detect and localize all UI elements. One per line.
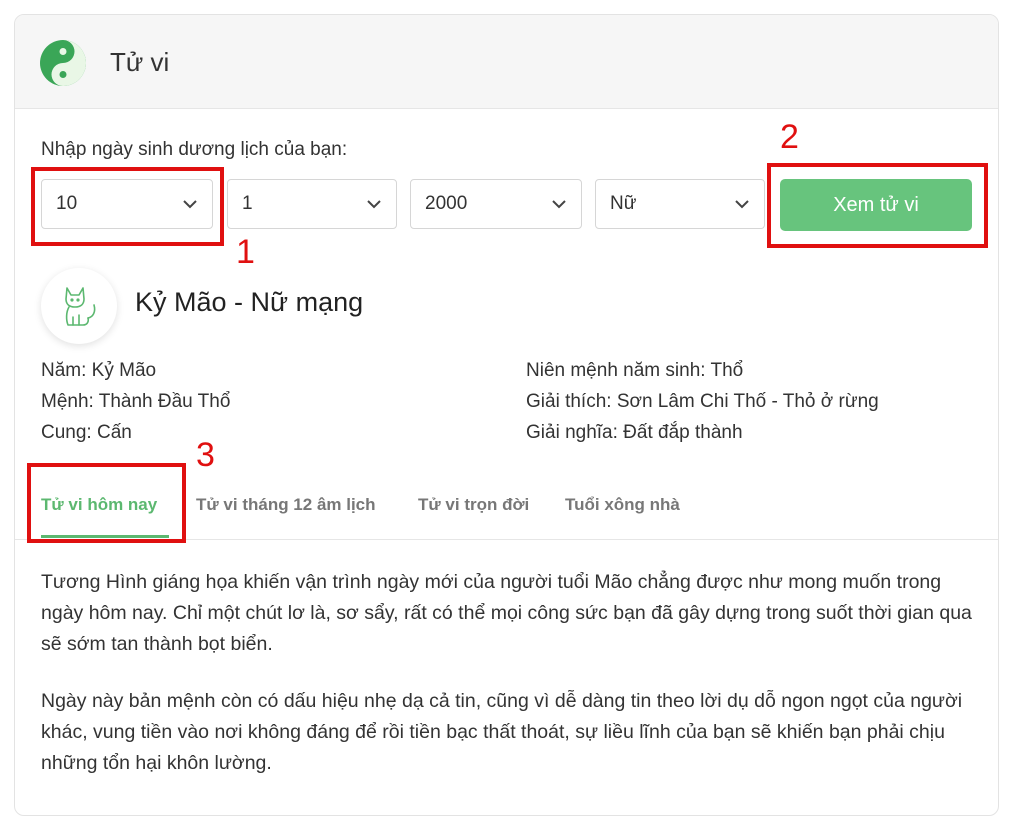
yin-yang-icon <box>40 40 86 86</box>
year-select-value: 2000 <box>425 193 468 214</box>
horoscope-paragraph: Tương Hình giáng họa khiến vận trình ngà… <box>41 567 981 660</box>
paragraph-text: Tương Hình giáng họa khiến vận trình ngà… <box>41 571 972 655</box>
annotation-box-3 <box>27 463 186 543</box>
horoscope-paragraph: Ngày này bản mệnh còn có dấu hiệu nhẹ dạ… <box>41 686 981 779</box>
annotation-number-1: 1 <box>236 233 255 271</box>
card-header: Tử vi <box>15 15 998 109</box>
chevron-down-icon <box>367 200 381 209</box>
tab-month-12[interactable]: Tử vi tháng 12 âm lịch <box>196 495 376 515</box>
horoscope-card: Tử vi Nhập ngày sinh dương lịch của bạn:… <box>14 14 999 816</box>
cat-icon <box>65 287 96 326</box>
info-explanation: Giải thích: Sơn Lâm Chi Thố - Thỏ ở rừng <box>526 391 879 412</box>
tab-lifetime[interactable]: Tử vi trọn đời <box>418 495 529 515</box>
gender-select[interactable]: Nữ <box>595 179 765 229</box>
annotation-number-2: 2 <box>780 118 799 156</box>
info-meaning: Giải nghĩa: Đất đắp thành <box>526 422 743 443</box>
annotation-number-3: 3 <box>196 436 215 474</box>
chevron-down-icon <box>735 200 749 209</box>
birthdate-prompt: Nhập ngày sinh dương lịch của bạn: <box>41 139 348 160</box>
avatar <box>41 268 117 344</box>
gender-select-value: Nữ <box>610 193 637 214</box>
info-palace: Cung: Cấn <box>41 422 132 443</box>
annotation-box-2 <box>767 163 988 248</box>
month-select-value: 1 <box>242 193 253 214</box>
annotation-box-1 <box>31 167 224 246</box>
chevron-down-icon <box>552 200 566 209</box>
month-select[interactable]: 1 <box>227 179 397 229</box>
tab-new-year-visit[interactable]: Tuổi xông nhà <box>565 495 680 515</box>
zodiac-title: Kỷ Mão - Nữ mạng <box>135 287 364 317</box>
info-year: Năm: Kỷ Mão <box>41 360 157 381</box>
info-birth-element: Niên mệnh năm sinh: Thổ <box>526 360 744 381</box>
page-title: Tử vi <box>110 47 170 77</box>
year-select[interactable]: 2000 <box>410 179 582 229</box>
paragraph-text: Ngày này bản mệnh còn có dấu hiệu nhẹ dạ… <box>41 690 963 774</box>
info-element: Mệnh: Thành Đầu Thổ <box>41 391 231 412</box>
